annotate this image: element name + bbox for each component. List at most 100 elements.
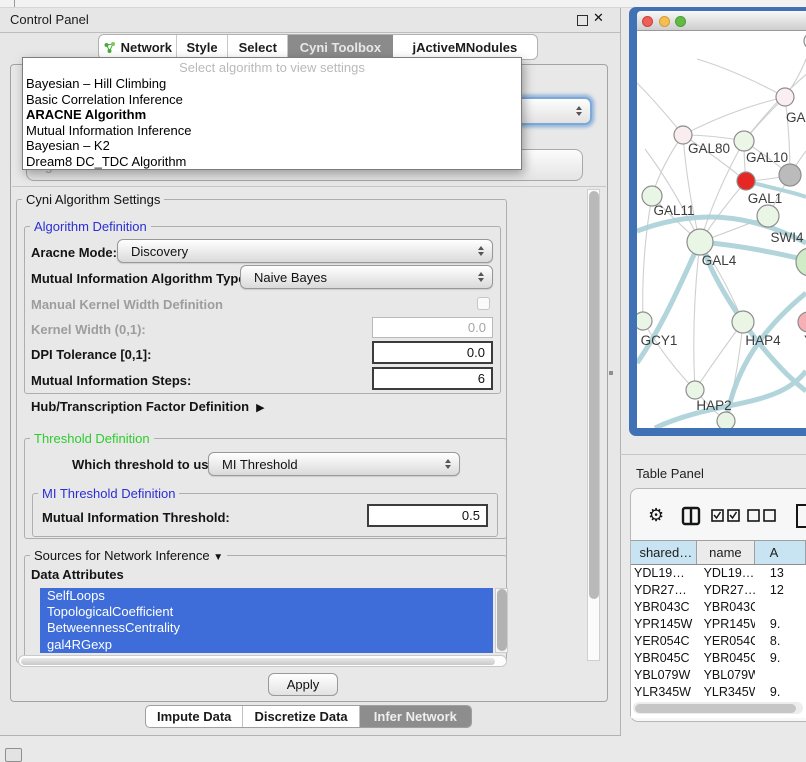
dropdown-item[interactable]: Mutual Information Inference [23, 123, 521, 139]
network-node[interactable] [796, 248, 806, 276]
column-header[interactable]: A [755, 541, 806, 564]
table-body: YDL19…YDL19…13YDR27…YDR27…12YBR043CYBR04… [631, 565, 806, 718]
network-node-label: HAP4 [745, 333, 781, 348]
select-all-columns-icon[interactable] [711, 509, 741, 522]
table-cell: 13 [755, 565, 806, 582]
network-node[interactable] [798, 312, 806, 332]
data-attributes-label: Data Attributes [31, 567, 124, 582]
attribute-list-item[interactable]: BetweennessCentrality [40, 620, 493, 636]
tab-cyni-toolbox[interactable]: Cyni Toolbox [288, 35, 393, 59]
attribute-list-item[interactable]: TopologicalCoefficient [40, 604, 493, 620]
hub-definition-toggle[interactable]: Hub/Transcription Factor Definition▶ [31, 399, 265, 414]
close-panel-icon[interactable]: ✕ [593, 10, 604, 26]
network-node[interactable] [734, 131, 754, 151]
dropdown-item[interactable]: ARACNE Algorithm [23, 107, 521, 123]
table-cell: YBR043C [631, 599, 697, 616]
section-divider [12, 186, 606, 187]
deselect-all-columns-icon[interactable] [747, 509, 777, 522]
network-node[interactable] [779, 164, 801, 186]
export-table-icon[interactable] [795, 503, 806, 529]
network-node[interactable] [687, 229, 713, 255]
dropdown-item[interactable]: Dream8 DC_TDC Algorithm [23, 154, 521, 170]
tab-infer-network[interactable]: Infer Network [360, 706, 471, 727]
attribute-list-item[interactable]: SelfLoops [40, 588, 493, 604]
table-row[interactable]: YBL079WYBL079W [631, 667, 806, 684]
table-cell: 9. [755, 650, 806, 667]
tab-select[interactable]: Select [228, 35, 288, 59]
splitter-handle[interactable] [609, 371, 613, 375]
network-node[interactable] [757, 205, 779, 227]
table-hscrollbar-thumb[interactable] [635, 704, 796, 713]
float-panel-icon[interactable] [577, 15, 588, 26]
settings-scrollbar-thumb[interactable] [589, 191, 599, 599]
table-cell [755, 599, 806, 616]
mi-threshold-field[interactable]: 0.5 [367, 504, 488, 527]
combo-stepper-icon [445, 459, 451, 469]
screen: Control Panel ✕ NetworkStyleSelectCyni T… [0, 0, 806, 762]
control-panel-titlebar [0, 8, 620, 33]
network-node-label: GCY1 [641, 333, 678, 348]
table-row[interactable]: YBR045CYBR045C9. [631, 650, 806, 667]
zoom-window-icon[interactable] [675, 16, 686, 27]
network-edges-thick [637, 181, 806, 428]
tab-network[interactable]: Network [99, 35, 177, 59]
top-tick-line [14, 0, 15, 7]
table-cell: YDL19… [631, 565, 697, 582]
mi-threshold-label: Mutual Information Threshold: [42, 510, 230, 525]
restore-panel-icon[interactable] [5, 748, 22, 762]
network-node[interactable] [717, 412, 735, 428]
tab-label: Network [121, 40, 172, 55]
table-row[interactable]: YER054CYER054C8. [631, 633, 806, 650]
network-node[interactable] [737, 172, 755, 190]
mi-steps-field[interactable]: 6 [372, 367, 493, 390]
dropdown-item[interactable]: Bayesian – Hill Climbing [23, 76, 521, 92]
dropdown-item[interactable]: Basic Correlation Inference [23, 92, 521, 108]
column-header[interactable]: name [697, 541, 754, 564]
aracne-mode-combo[interactable]: Discovery [117, 239, 493, 263]
minimize-window-icon[interactable] [659, 16, 670, 27]
network-node[interactable] [637, 312, 652, 330]
column-header[interactable]: shared… [631, 541, 697, 564]
attribute-list-hscrollbar[interactable] [18, 655, 507, 667]
table-settings-gear-icon[interactable]: ⚙ [648, 505, 664, 526]
tab-impute-data[interactable]: Impute Data [146, 706, 243, 727]
table-row[interactable]: YDL19…YDL19…13 [631, 565, 806, 582]
dpi-tolerance-label: DPI Tolerance [0,1]: [31, 347, 151, 362]
tab-discretize-data[interactable]: Discretize Data [243, 706, 359, 727]
attribute-list-hscrollbar-thumb[interactable] [21, 658, 495, 665]
network-node[interactable] [732, 311, 754, 333]
which-threshold-combo[interactable]: MI Threshold [208, 452, 460, 476]
which-threshold-label: Which threshold to use: [72, 457, 220, 472]
sources-group-title[interactable]: Sources for Network Inference ▼ [30, 548, 227, 563]
table-row[interactable]: YBR043CYBR043C [631, 599, 806, 616]
network-node-label: GAL80 [688, 141, 730, 156]
split-panel-icon[interactable] [681, 506, 701, 526]
attribute-list-scrollbar-thumb[interactable] [497, 589, 507, 651]
table-cell: YBR045C [697, 650, 755, 667]
table-cell: YDR27… [631, 582, 697, 599]
dpi-tolerance-field[interactable]: 0.0 [372, 341, 493, 364]
tab-jactivemnodules[interactable]: jActiveMNodules [393, 35, 537, 59]
network-icon [103, 41, 116, 54]
apply-button[interactable]: Apply [268, 673, 338, 696]
network-canvas[interactable]: GALGAL80GAL10GAL1GAL11SWI4GAL4GCY1HAP4YH… [637, 31, 806, 428]
manual-kernel-checkbox[interactable] [477, 297, 490, 310]
table-cell: YBR045C [631, 650, 697, 667]
mi-threshold-group-title: MI Threshold Definition [38, 486, 179, 501]
network-node[interactable] [776, 88, 794, 106]
algorithm-dropdown-popup: Select algorithm to view settings Bayesi… [22, 57, 522, 170]
dropdown-item[interactable]: Bayesian – K2 [23, 138, 521, 154]
table-cell: YBL079W [631, 667, 697, 684]
close-window-icon[interactable] [642, 16, 653, 27]
mi-type-value: Naive Bayes [254, 270, 327, 285]
dropdown-prompt: Select algorithm to view settings [23, 60, 521, 76]
mi-type-combo[interactable]: Naive Bayes [240, 265, 493, 289]
tab-label: Select [239, 40, 277, 55]
table-row[interactable]: YLR345WYLR345W9. [631, 684, 806, 701]
attribute-list-item[interactable]: gal4RGexp [40, 637, 493, 653]
table-row[interactable]: YPR145WYPR145W9. [631, 616, 806, 633]
table-row[interactable]: YDR27…YDR27…12 [631, 582, 806, 599]
table-header-row: shared…nameA [631, 540, 806, 565]
network-node[interactable] [686, 381, 704, 399]
tab-style[interactable]: Style [177, 35, 229, 59]
